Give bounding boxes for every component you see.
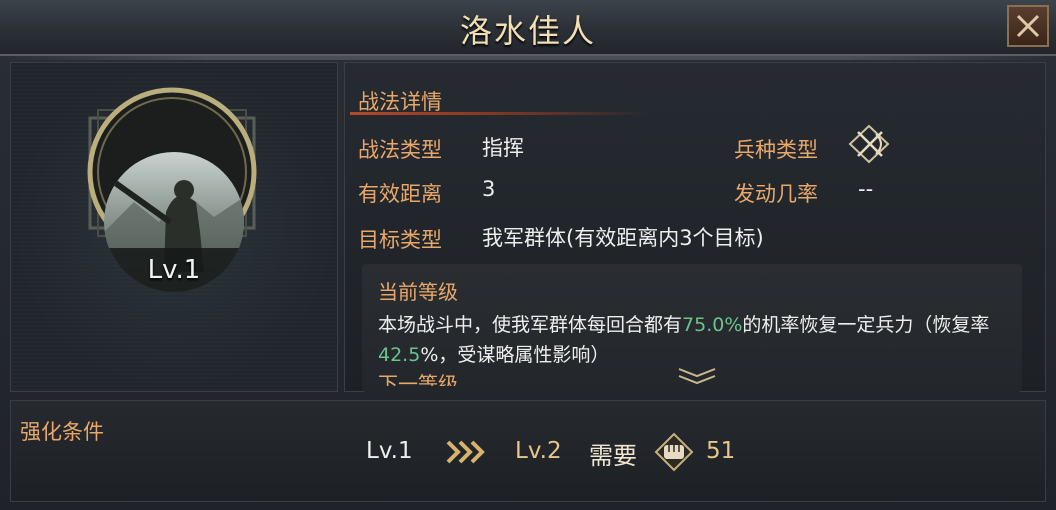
upgrade-to-level: Lv.2 — [515, 438, 562, 464]
desc-recover-highlight: 42.5 — [378, 344, 421, 366]
upgrade-need-label: 需要 — [589, 442, 637, 470]
skill-detail-window: 洛水佳人 Lv.1 战法详情 战法类型 指挥 兵种类型 有效距离 3 发动几率 … — [0, 0, 1056, 510]
skill-type-value: 指挥 — [482, 136, 524, 160]
target-type-label: 目标类型 — [358, 228, 442, 252]
current-level-title: 当前等级 — [378, 280, 458, 304]
double-chevron-down-icon[interactable] — [677, 367, 717, 385]
desc-text-1: 本场战斗中，使我军群体每回合都有 — [378, 314, 683, 336]
triple-chevron-right-icon — [446, 440, 485, 464]
target-type-value: 我军群体(有效距离内3个目标) — [482, 226, 764, 250]
upgrade-from-level: Lv.1 — [366, 438, 413, 464]
troop-type-label: 兵种类型 — [734, 138, 818, 162]
trigger-rate-value: -- — [858, 177, 874, 201]
skill-level-badge: Lv.1 — [147, 255, 201, 285]
next-level-title: 下一等级 — [378, 372, 458, 386]
close-button[interactable] — [1007, 5, 1049, 47]
close-icon — [1016, 14, 1040, 38]
range-value: 3 — [482, 177, 496, 201]
upgrade-condition-label: 强化条件 — [20, 420, 104, 444]
section-divider — [350, 112, 650, 115]
title-bar: 洛水佳人 — [0, 0, 1056, 60]
upgrade-cost-value: 51 — [706, 438, 736, 464]
crossed-weapons-icon — [848, 124, 890, 164]
fist-icon — [654, 432, 694, 472]
skill-type-label: 战法类型 — [358, 138, 442, 162]
current-level-description: 本场战斗中，使我军群体每回合都有75.0%的机率恢复一定兵力（恢复率 42.5%，… — [378, 310, 1018, 370]
desc-text-2: 的机率恢复一定兵力（恢复率 — [742, 314, 990, 336]
range-label: 有效距离 — [358, 182, 442, 206]
window-title: 洛水佳人 — [459, 12, 596, 50]
trigger-rate-label: 发动几率 — [734, 182, 818, 206]
desc-text-3: %，受谋略属性影响） — [420, 344, 610, 366]
desc-rate-highlight: 75.0% — [682, 314, 743, 336]
